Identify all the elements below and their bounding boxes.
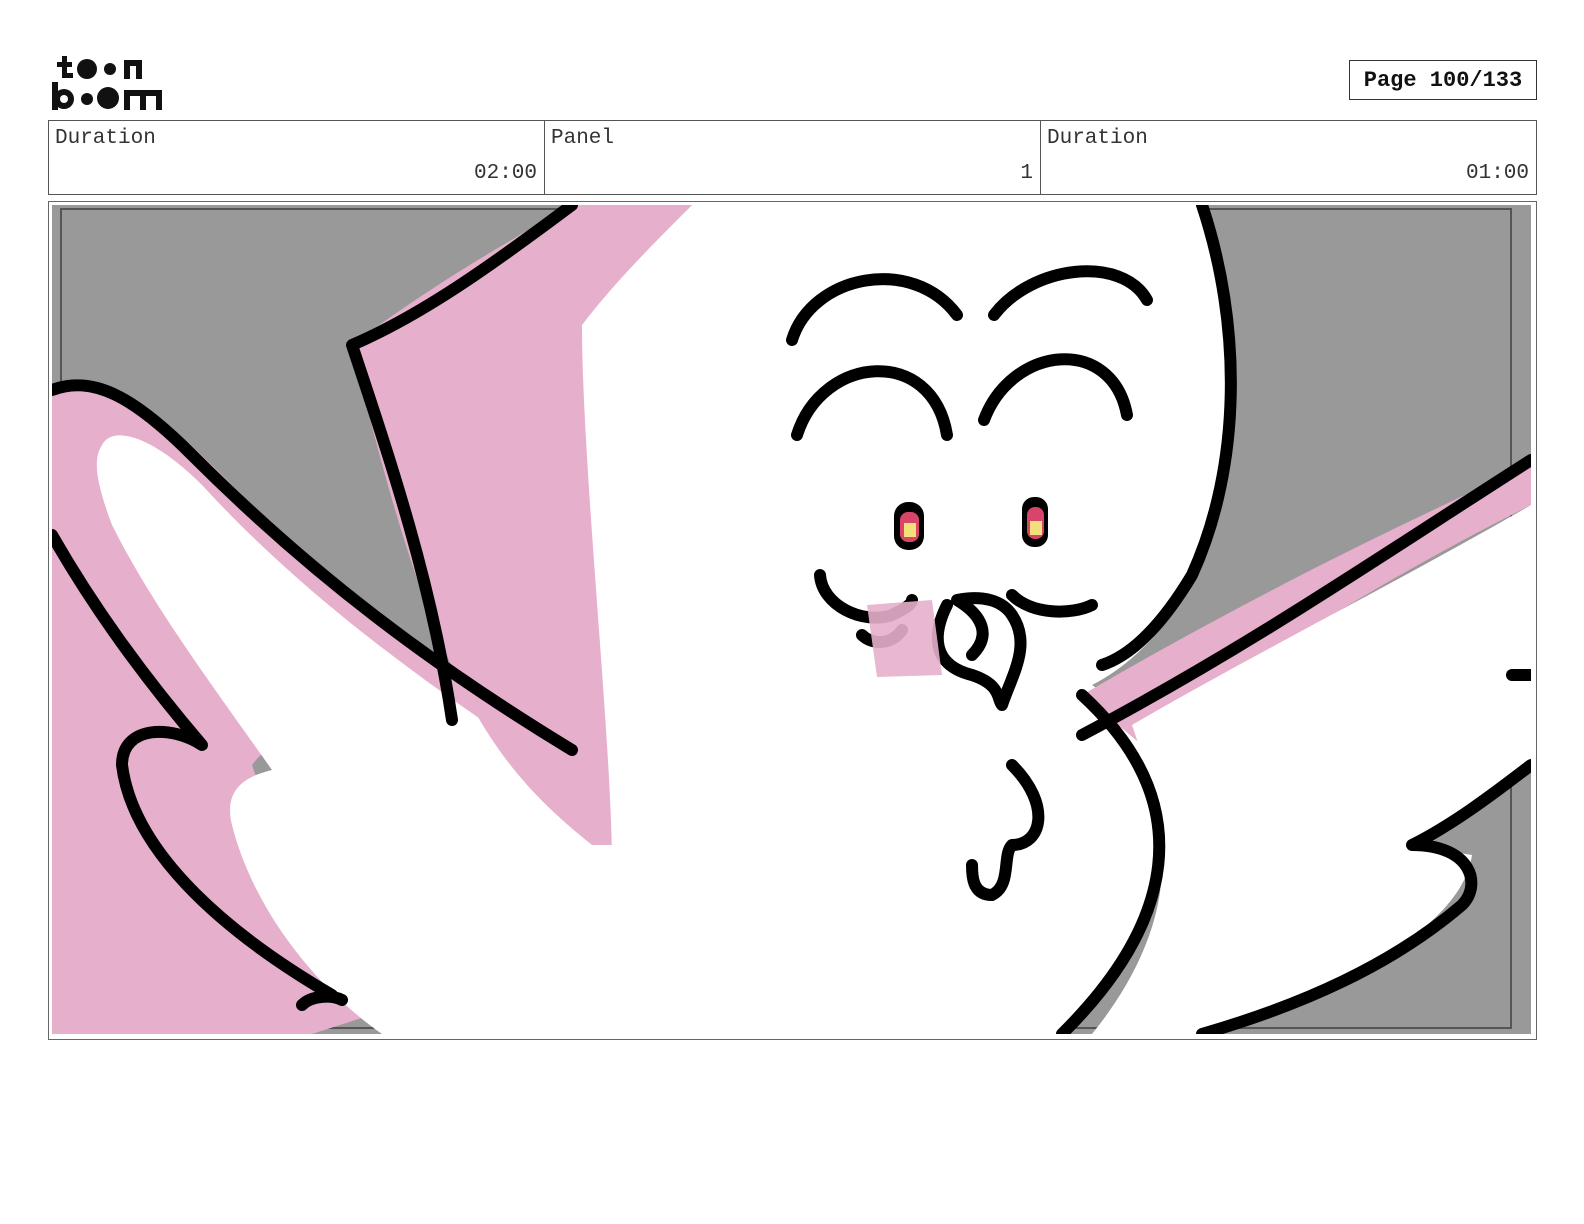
panel-duration-cell: Duration 01:00 [1040, 121, 1536, 194]
storyboard-panel [48, 201, 1537, 1040]
panel-number-cell: Panel 1 [544, 121, 1040, 194]
panel-info-row: Duration 02:00 Panel 1 Duration 01:00 [48, 120, 1537, 195]
scene-duration-label: Duration [55, 127, 156, 150]
scene-duration-cell: Duration 02:00 [49, 121, 544, 194]
page-number: Page 100/133 [1349, 60, 1537, 100]
panel-number-value: 1 [1020, 162, 1033, 185]
pigeon-character-drawing [52, 205, 1531, 1034]
eye-left [894, 502, 924, 550]
panel-duration-value: 01:00 [1465, 162, 1529, 185]
panel-duration-label: Duration [1047, 127, 1148, 150]
panel-number-label: Panel [551, 127, 615, 150]
toonboom-logo-mark [52, 56, 162, 110]
scene-duration-value: 02:00 [473, 162, 537, 185]
eye-right [1022, 497, 1048, 547]
toonboom-logo [52, 52, 164, 112]
